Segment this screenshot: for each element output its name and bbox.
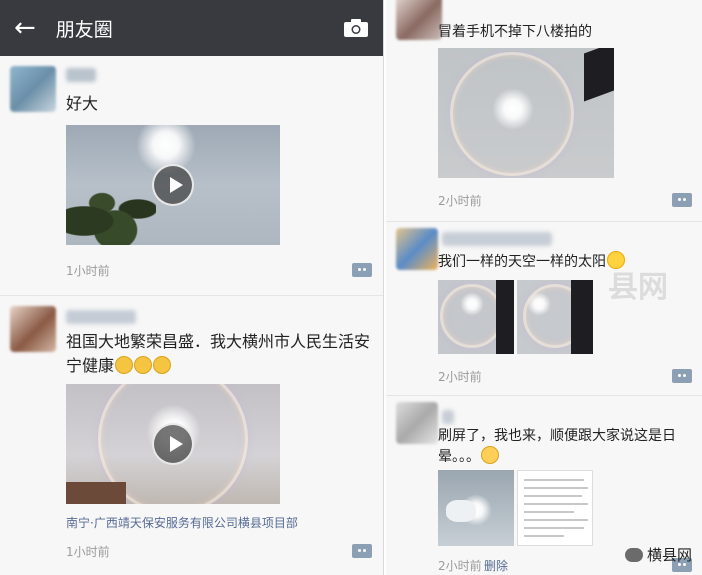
page-title: 朋友圈 [55, 18, 113, 41]
comment-icon[interactable] [352, 263, 372, 277]
moment-post: 好大 1小时前 [0, 56, 383, 296]
comment-icon[interactable] [672, 369, 692, 383]
post-timestamp: 1小时前 [66, 545, 110, 559]
author-name[interactable] [66, 310, 136, 324]
post-text-body: 祖国大地繁荣昌盛．我大横州市人民生活安宁健康 [66, 332, 371, 375]
post-text-body: 刷屏了，我也来，顺便跟大家说这是日晕。。。 [438, 428, 676, 465]
post-text-body: 我们一样的天空一样的太阳 [438, 254, 606, 270]
avatar[interactable] [10, 66, 56, 112]
moment-post: 祖国大地繁荣昌盛．我大横州市人民生活安宁健康 南宁·广西靖天保安服务有限公司横县… [0, 296, 383, 575]
moment-post: 我们一样的天空一样的太阳 2小时前 [386, 222, 702, 396]
avatar[interactable] [396, 228, 438, 270]
watermark-text: 县网 [608, 270, 668, 305]
left-moments-panel: ← 朋友圈 好大 1小时前 祖国大地繁荣昌盛．我大横州市人民生活安宁健康 南宁·… [0, 0, 384, 575]
moment-post: 冒着手机不掉下八楼拍的 2小时前 [386, 0, 702, 222]
post-timestamp: 1小时前 [66, 264, 110, 278]
comment-icon[interactable] [352, 544, 372, 558]
photo-thumbnail[interactable] [438, 280, 514, 354]
photo-thumbnail[interactable] [438, 470, 514, 546]
wechat-icon [624, 547, 643, 562]
post-timestamp: 2小时前 [438, 559, 482, 573]
author-name[interactable] [442, 410, 454, 424]
avatar[interactable] [396, 0, 442, 40]
video-thumbnail[interactable] [66, 125, 280, 245]
author-name[interactable] [442, 232, 552, 246]
back-arrow-icon[interactable]: ← [14, 15, 36, 41]
video-thumbnail[interactable] [66, 384, 280, 504]
post-text: 冒着手机不掉下八楼拍的 [438, 24, 592, 40]
post-location-link[interactable]: 南宁·广西靖天保安服务有限公司横县项目部 [66, 514, 298, 531]
camera-icon[interactable] [343, 18, 369, 38]
post-text: 我们一样的天空一样的太阳 [438, 250, 625, 274]
watermark-brand-name: 横县网 [646, 546, 692, 564]
moments-header: ← 朋友圈 [0, 0, 383, 56]
post-text: 祖国大地繁荣昌盛．我大横州市人民生活安宁健康 [66, 330, 376, 378]
post-timestamp: 2小时前 [438, 194, 482, 208]
post-text: 刷屏了，我也来，顺便跟大家说这是日晕。。。 [438, 426, 678, 467]
photo-thumbnail[interactable] [517, 470, 593, 546]
comment-icon[interactable] [672, 193, 692, 207]
watermark-brand: 横县网 [624, 544, 692, 565]
avatar[interactable] [10, 306, 56, 352]
sweat-smile-emoji-icon [481, 446, 499, 464]
smile-emoji-icon [115, 356, 134, 374]
author-name[interactable] [66, 68, 96, 82]
avatar[interactable] [396, 402, 438, 444]
photo-thumbnail[interactable] [517, 280, 593, 354]
smile-emoji-icon [134, 356, 153, 374]
post-text: 好大 [66, 94, 99, 113]
delete-link[interactable]: 删除 [484, 557, 508, 574]
play-icon[interactable] [152, 423, 194, 465]
post-timestamp: 2小时前 [438, 370, 482, 384]
play-icon[interactable] [152, 164, 194, 206]
smile-emoji-icon [153, 356, 172, 374]
photo-thumbnail[interactable] [438, 48, 614, 178]
